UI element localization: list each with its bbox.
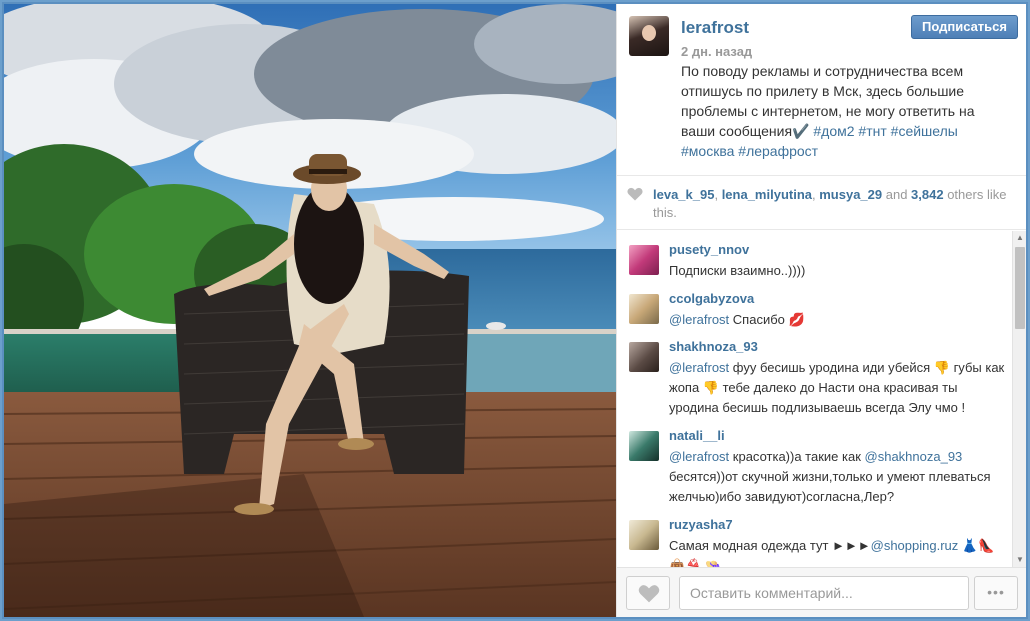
post-side-panel: lerafrost 2 дн. назад Подписаться По пов… <box>616 4 1026 617</box>
scroll-down-arrow-icon[interactable]: ▼ <box>1015 555 1025 565</box>
liker-link[interactable]: leva_k_95 <box>653 187 714 202</box>
post-header: lerafrost 2 дн. назад Подписаться По пов… <box>617 4 1026 176</box>
comment-body: красотка))а такие как <box>729 449 865 464</box>
comment-username[interactable]: shakhnoza_93 <box>669 339 758 354</box>
avatar[interactable] <box>629 294 659 324</box>
comment-body: бесятся))от скучной жизни,только и умеют… <box>669 469 991 504</box>
comment-username[interactable]: pusety_nnov <box>669 242 749 257</box>
hashtag-link[interactable]: #сейшелы <box>891 123 958 139</box>
comment-text: Самая модная одежда тут ►►►@shopping.ruz… <box>669 536 1007 567</box>
comment-emoji: 👎 <box>702 380 719 395</box>
scrollbar-thumb[interactable] <box>1015 247 1025 329</box>
avatar[interactable] <box>629 431 659 461</box>
comment-text: @lerafrost красотка))а такие как @shakhn… <box>669 447 1007 507</box>
avatar[interactable] <box>629 245 659 275</box>
mention-link[interactable]: @lerafrost <box>669 312 729 327</box>
comment-username[interactable]: ccolgabyzova <box>669 291 754 306</box>
hashtag-link[interactable]: #москва <box>681 143 734 159</box>
liker-link[interactable]: musya_29 <box>819 187 882 202</box>
avatar[interactable] <box>629 16 669 56</box>
mention-link[interactable]: @lerafrost <box>669 360 729 375</box>
avatar[interactable] <box>629 342 659 372</box>
comment-input[interactable] <box>679 576 969 610</box>
separator: , <box>714 187 722 202</box>
scroll-up-arrow-icon[interactable]: ▲ <box>1015 233 1025 243</box>
follow-button[interactable]: Подписаться <box>911 15 1018 39</box>
post-timestamp: 2 дн. назад <box>681 44 753 59</box>
like-button[interactable] <box>626 576 670 610</box>
hashtag-link[interactable]: #тнт <box>858 123 886 139</box>
hashtag-link[interactable]: #дом2 <box>813 123 854 139</box>
scrollbar[interactable]: ▲ ▼ <box>1012 231 1026 567</box>
and-word: and <box>882 187 912 202</box>
caption-emoji: ✔️ <box>792 123 810 139</box>
heart-icon <box>638 585 660 603</box>
comment-text: @lerafrost фуу бесишь уродина иди убейся… <box>669 358 1007 418</box>
mention-link[interactable]: @shakhnoza_93 <box>865 449 963 464</box>
mention-link[interactable]: @shopping.ruz <box>871 538 959 553</box>
comment-footer: ••• <box>617 567 1026 617</box>
comment-list[interactable]: pusety_nnov Подписки взаимно..)))) ccolg… <box>617 231 1026 567</box>
post-username[interactable]: lerafrost <box>681 18 749 38</box>
comment-username[interactable]: ruzyasha7 <box>669 517 733 532</box>
comment-emoji: 👎 <box>933 360 950 375</box>
comment-username[interactable]: natali__li <box>669 428 725 443</box>
ellipsis-icon: ••• <box>987 584 1005 600</box>
comment-body: фуу бесишь уродина иди убейся <box>729 360 934 375</box>
mention-link[interactable]: @lerafrost <box>669 449 729 464</box>
likes-summary: leva_k_95, lena_milyutina, musya_29 and … <box>617 176 1026 230</box>
comment-body: Спасибо <box>729 312 789 327</box>
comment-body: Самая модная одежда тут ►►► <box>669 538 871 553</box>
more-options-button[interactable]: ••• <box>974 576 1018 610</box>
comment-text: Подписки взаимно..)))) <box>669 261 1007 281</box>
likes-count[interactable]: 3,842 <box>911 187 944 202</box>
avatar[interactable] <box>629 520 659 550</box>
comment-emoji: 💋 <box>788 312 805 327</box>
likes-text: leva_k_95, lena_milyutina, musya_29 and … <box>653 186 1013 222</box>
post-caption: По поводу рекламы и сотрудничества всем … <box>681 61 1011 161</box>
post-photo[interactable] <box>4 4 616 617</box>
instagram-post-window: lerafrost 2 дн. назад Подписаться По пов… <box>2 2 1028 619</box>
heart-icon <box>627 187 643 201</box>
comment-body: Подписки взаимно..)))) <box>669 263 806 278</box>
hashtag-link[interactable]: #лерафрост <box>738 143 818 159</box>
comment-text: @lerafrost Спасибо 💋 <box>669 310 1007 330</box>
liker-link[interactable]: lena_milyutina <box>722 187 812 202</box>
